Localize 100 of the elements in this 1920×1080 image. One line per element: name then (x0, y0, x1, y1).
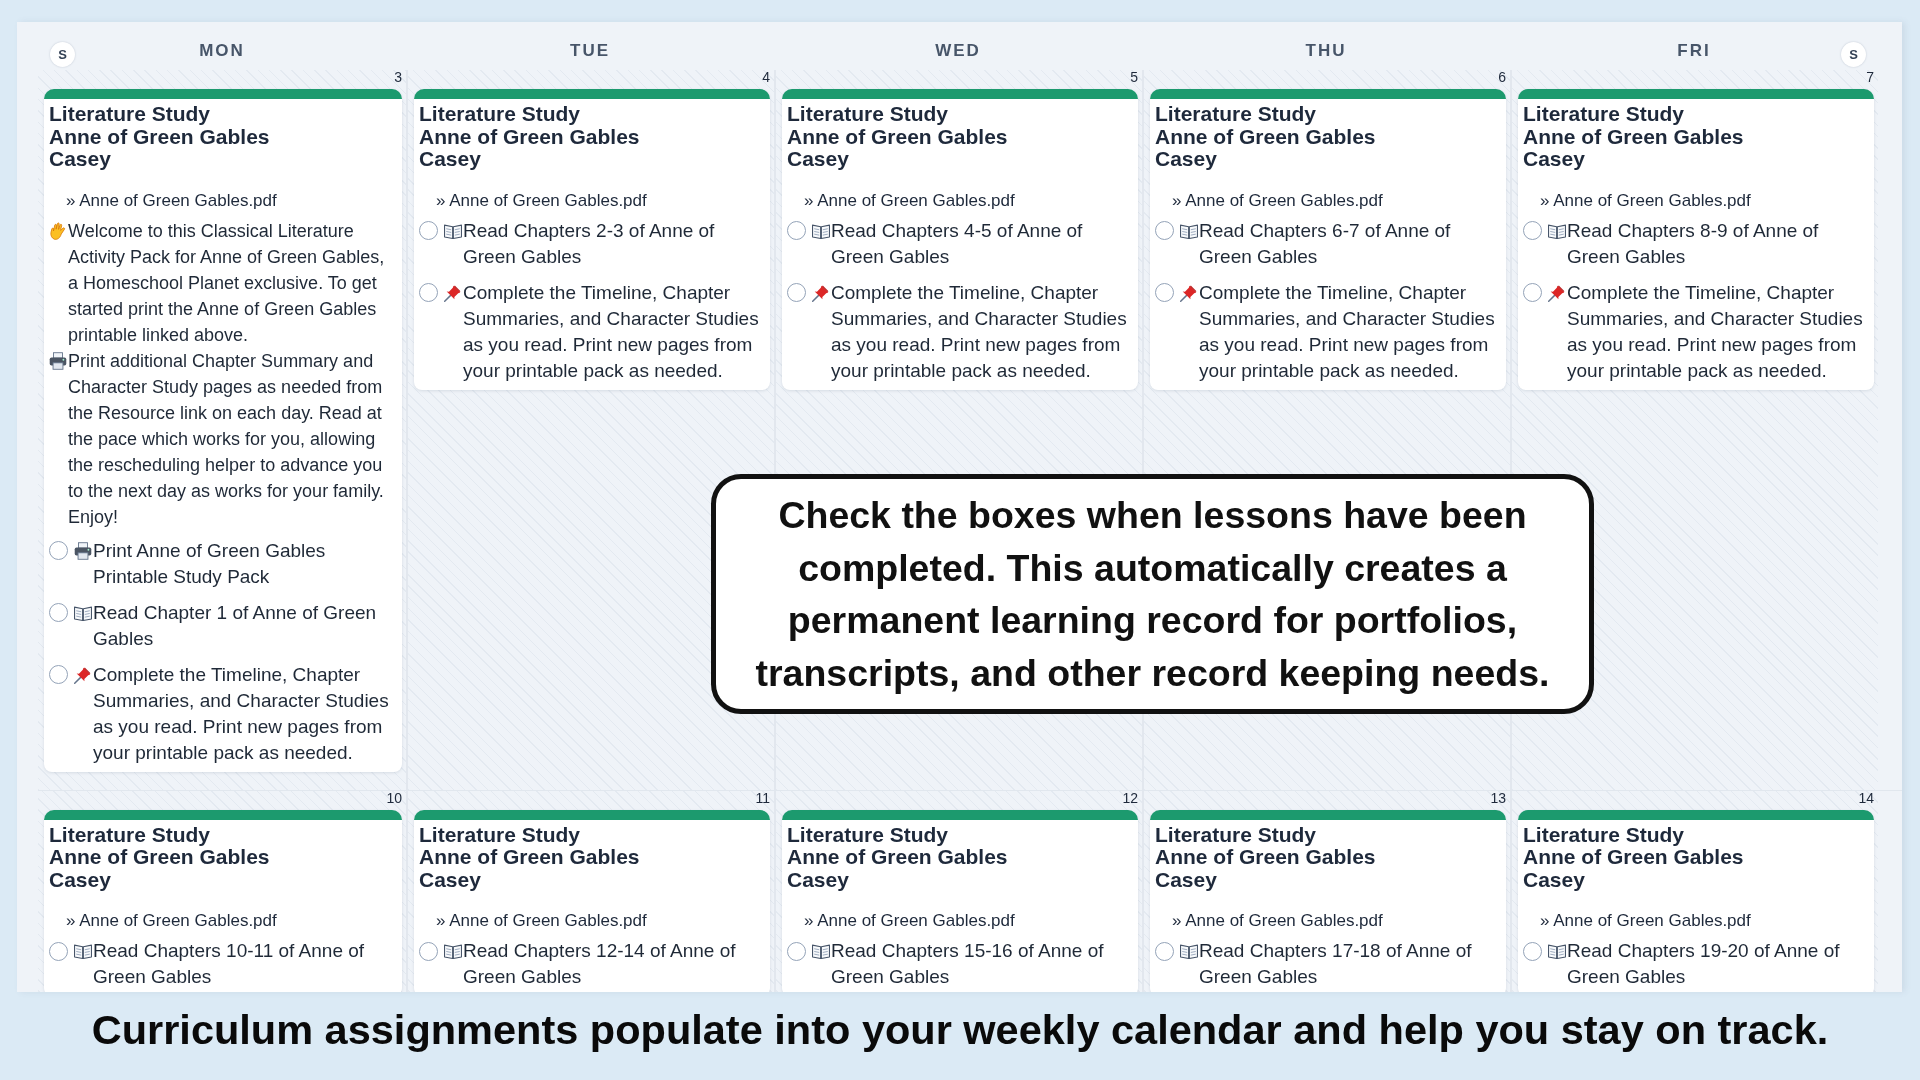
task-checkbox[interactable] (49, 665, 68, 684)
task-checkbox[interactable] (1523, 221, 1542, 240)
weekend-toggle[interactable]: S (50, 42, 75, 67)
event-title: Literature Study (419, 823, 581, 846)
event-title: Literature Study (1155, 103, 1317, 126)
task-checkbox[interactable] (49, 941, 68, 961)
pushpin-icon (1180, 283, 1198, 302)
resource-link[interactable]: » Anne of Green Gables.pdf (436, 909, 647, 933)
day-header: THU (1305, 40, 1347, 62)
task-checkbox[interactable] (1155, 283, 1174, 302)
note-text: Print additional Chapter Summary and Character Study pages as needed from the Resource link on each day. Read at the pace which works for you, allowing the rescheduling helper to advance you to the next day as works for your family. Enjoy! (68, 349, 385, 529)
date-number: 14 (1858, 790, 1874, 805)
day-header: MON (199, 40, 245, 62)
course-title: Anne of Green Gables (419, 846, 640, 869)
task-text: Read Chapters 17-18 of Anne of Green Gables (1199, 939, 1473, 989)
event-title: Literature Study (787, 823, 949, 846)
pushpin-icon (74, 665, 92, 684)
task-text: Read Chapters 15-16 of Anne of Green Gables (831, 939, 1105, 989)
task-checkbox[interactable] (49, 541, 68, 560)
task-text: Read Chapters 4-5 of Anne of Green Gables (831, 218, 1084, 269)
date-number: 5 (1130, 70, 1138, 84)
resource-link[interactable]: » Anne of Green Gables.pdf (1540, 909, 1751, 933)
course-title: Anne of Green Gables (49, 125, 270, 148)
course-title: Anne of Green Gables (1155, 125, 1376, 148)
event-title: Literature Study (787, 103, 949, 126)
event-title: Literature Study (419, 103, 581, 126)
student-name: Casey (787, 868, 849, 891)
task-text: Complete the Timeline, Chapter Summaries, and Character Studies as you read. Print new pages from your printable pack as needed. (1567, 280, 1864, 383)
task-checkbox[interactable] (1523, 283, 1542, 302)
resource-link[interactable]: » Anne of Green Gables.pdf (66, 188, 277, 213)
weekend-toggle[interactable]: S (1841, 42, 1866, 67)
task-checkbox[interactable] (787, 221, 806, 240)
course-title: Anne of Green Gables (1155, 846, 1376, 869)
task-text: Print Anne of Green Gables Printable Study Pack (93, 538, 327, 589)
pushpin-icon (812, 283, 830, 302)
resource-link[interactable]: » Anne of Green Gables.pdf (66, 909, 277, 933)
student-name: Casey (1523, 148, 1585, 171)
day-header: TUE (570, 40, 610, 62)
resource-link[interactable]: » Anne of Green Gables.pdf (1172, 188, 1383, 213)
course-title: Anne of Green Gables (787, 846, 1008, 869)
task-checkbox[interactable] (787, 283, 806, 302)
callout-message: Check the boxes when lessons have been completed. This automatically creates a permanent learning record for portfolios, transcripts, and other record keeping needs. (711, 474, 1594, 714)
waving-hand-icon (49, 221, 67, 240)
student-name: Casey (419, 868, 481, 891)
task-checkbox[interactable] (1523, 941, 1542, 961)
book-icon (1548, 942, 1566, 960)
task-text: Read Chapters 12-14 of Anne of Green Gables (463, 939, 737, 989)
caption-text: Curriculum assignments populate into your weekly calendar and help you stay on track. (91, 1006, 1829, 1054)
date-number: 12 (1122, 790, 1138, 805)
task-text: Complete the Timeline, Chapter Summaries, and Character Studies as you read. Print new pages from your printable pack as needed. (463, 280, 760, 383)
date-number: 4 (762, 70, 770, 84)
task-checkbox[interactable] (419, 941, 438, 961)
date-number: 10 (386, 790, 402, 805)
task-text: Read Chapters 8-9 of Anne of Green Gables (1567, 218, 1820, 269)
student-name: Casey (1155, 148, 1217, 171)
course-title: Anne of Green Gables (419, 125, 640, 148)
date-number: 13 (1490, 790, 1506, 805)
task-checkbox[interactable] (787, 941, 806, 961)
day-header: WED (935, 40, 981, 62)
student-name: Casey (419, 148, 481, 171)
date-number: 11 (755, 790, 770, 805)
pushpin-icon (444, 283, 462, 302)
task-text: Read Chapters 10-11 of Anne of Green Gables (93, 939, 366, 989)
resource-link[interactable]: » Anne of Green Gables.pdf (804, 188, 1015, 213)
book-icon (444, 942, 462, 960)
book-icon (74, 942, 92, 960)
resource-link[interactable]: » Anne of Green Gables.pdf (436, 188, 647, 213)
task-checkbox[interactable] (419, 221, 438, 240)
student-name: Casey (49, 868, 111, 891)
event-title: Literature Study (49, 823, 211, 846)
event-title: Literature Study (1155, 823, 1317, 846)
event-title: Literature Study (1523, 823, 1685, 846)
task-text: Read Chapters 2-3 of Anne of Green Gables (463, 218, 716, 269)
date-number: 7 (1866, 70, 1874, 84)
task-checkbox[interactable] (1155, 941, 1174, 961)
note-text: Welcome to this Classical Literature Activity Pack for Anne of Green Gables, a Homeschool Planet exclusive. To get started print the Anne of Green Gables printable linked above. (68, 219, 386, 347)
task-text: Complete the Timeline, Chapter Summaries, and Character Studies as you read. Print new pages from your printable pack as needed. (93, 662, 390, 765)
task-checkbox[interactable] (1155, 221, 1174, 240)
resource-link[interactable]: » Anne of Green Gables.pdf (1172, 909, 1383, 933)
date-number: 6 (1498, 70, 1506, 84)
event-title: Literature Study (49, 103, 211, 126)
student-name: Casey (787, 148, 849, 171)
task-text: Read Chapter 1 of Anne of Green Gables (93, 600, 378, 651)
printer-icon (74, 541, 92, 560)
student-name: Casey (1155, 868, 1217, 891)
date-number: 3 (394, 70, 402, 84)
course-title: Anne of Green Gables (1523, 846, 1744, 869)
student-name: Casey (49, 148, 111, 171)
book-icon (1180, 942, 1198, 960)
event-title: Literature Study (1523, 103, 1685, 126)
task-text: Read Chapters 6-7 of Anne of Green Gables (1199, 218, 1452, 269)
resource-link[interactable]: » Anne of Green Gables.pdf (1540, 188, 1751, 213)
course-title: Anne of Green Gables (787, 125, 1008, 148)
course-title: Anne of Green Gables (1523, 125, 1744, 148)
task-text: Complete the Timeline, Chapter Summaries, and Character Studies as you read. Print new pages from your printable pack as needed. (1199, 280, 1496, 383)
task-checkbox[interactable] (419, 283, 438, 302)
resource-link[interactable]: » Anne of Green Gables.pdf (804, 909, 1015, 933)
task-text: Complete the Timeline, Chapter Summaries, and Character Studies as you read. Print new pages from your printable pack as needed. (831, 280, 1128, 383)
printer-icon (49, 351, 67, 370)
task-checkbox[interactable] (49, 603, 68, 622)
